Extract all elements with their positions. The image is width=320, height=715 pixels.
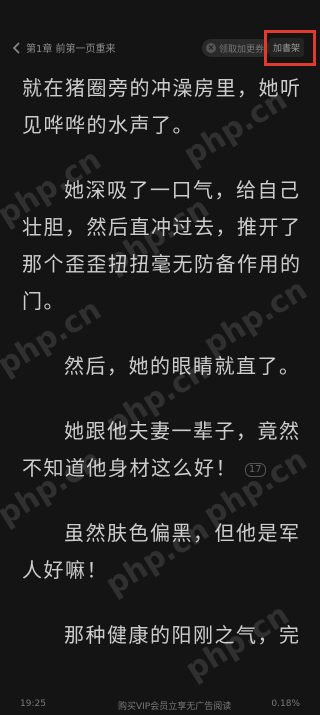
reader-status-bar: 19:25 购买VIP会员立享无广告阅读 0.18% [0,695,320,715]
paragraph: 那种健康的阳刚之气，完 [64,623,301,647]
clock-time: 19:25 [20,699,46,709]
coupon-pill[interactable]: × 领取加更券 [202,39,271,57]
coupon-pill-label: 领取加更券 [219,44,265,55]
highlight-annotation-box [264,30,316,66]
vip-promo-link[interactable]: 购买VIP会员立享无广告阅读 [118,699,231,712]
comment-count-icon[interactable]: 17 [244,462,266,477]
reading-content: 就在猪圈旁的冲澡房里，她听见哗哗的水声了。 她深吸了一口气，给自己壮胆，然后直冲… [22,70,302,682]
reading-progress: 0.18% [271,699,300,709]
paragraph: 然后，她的眼睛就直了。 [64,354,301,378]
paragraph: 她深吸了一口气，给自己壮胆，然后直冲过去，推开了那个歪歪扭扭毫无防备作用的门。 [22,178,302,313]
paragraph: 她跟他夫妻一辈子，竟然不知道他身材这么好！ 17 [22,413,302,487]
paragraph: 虽然肤色偏黑，但他是军人好嘛！ [22,521,301,582]
back-button[interactable]: 第1章 前第一页重来 [12,40,116,55]
close-icon[interactable]: × [206,43,216,53]
reader-top-bar: 第1章 前第一页重来 × 领取加更券 加書架 [0,0,320,66]
paragraph: 就在猪圈旁的冲澡房里，她听见哗哗的水声了。 [22,76,302,137]
chapter-title: 第1章 前第一页重来 [26,44,116,55]
chevron-left-icon [12,41,22,55]
